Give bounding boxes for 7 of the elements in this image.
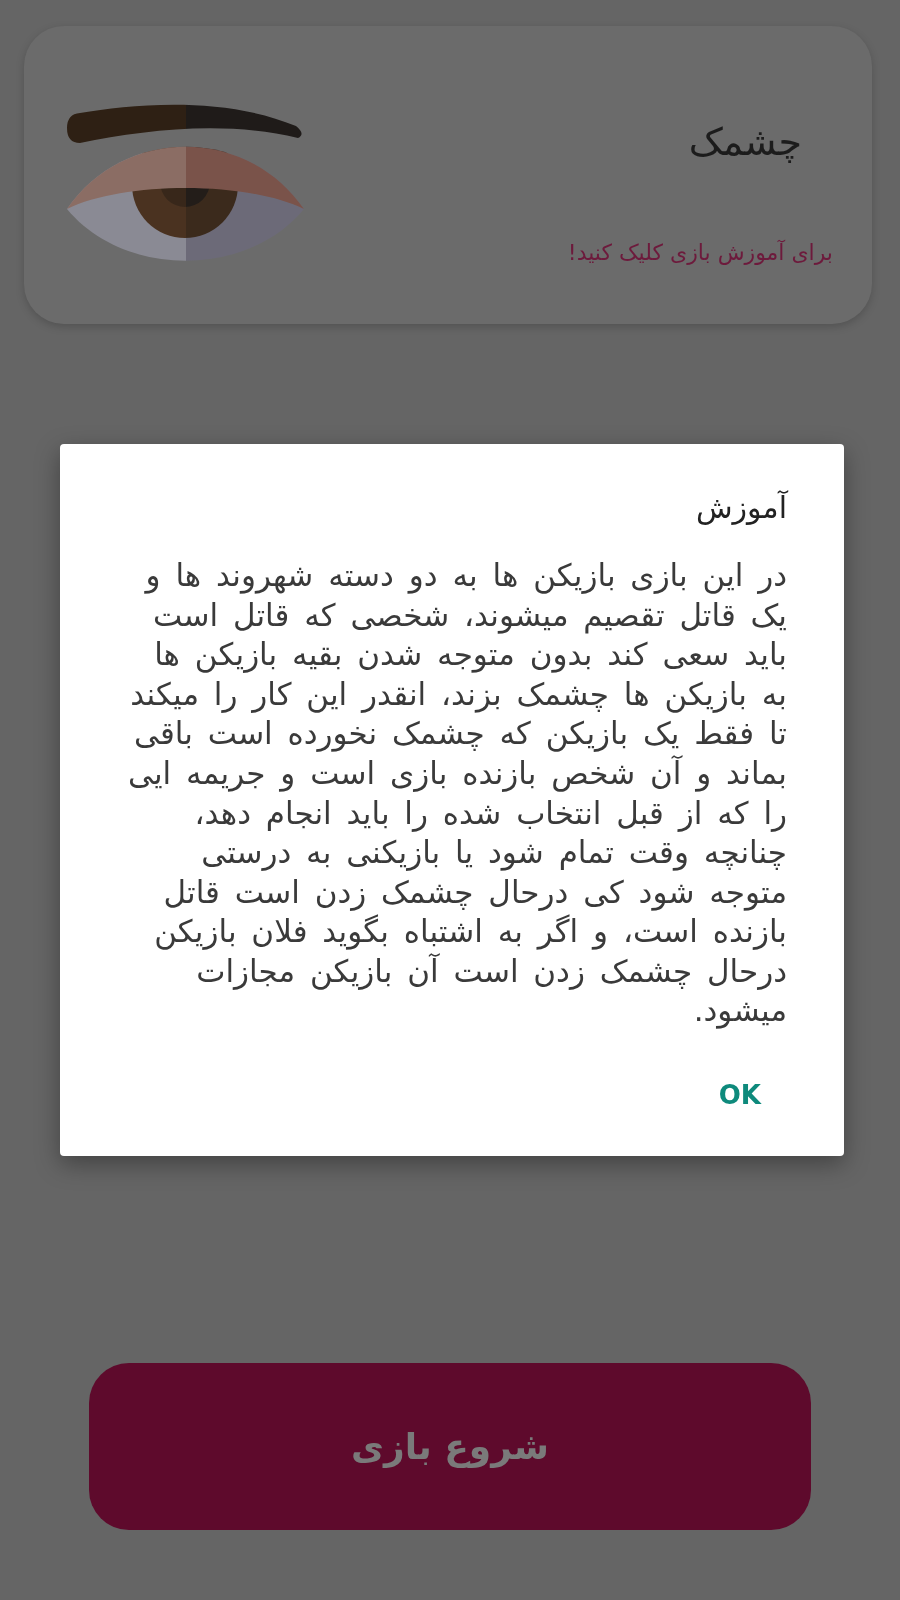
- game-card[interactable]: چشمک برای آموزش بازی کلیک کنید!: [24, 26, 872, 324]
- ok-button[interactable]: OK: [692, 1070, 787, 1121]
- dialog-title: آموزش: [695, 488, 787, 527]
- tutorial-hint: برای آموزش بازی کلیک کنید!: [567, 239, 833, 267]
- dialog-body-text: در این بازی بازیکن ها به دو دسته شهروند ها و یک قاتل تقصیم میشوند، شخصی که قاتل است باید سعی کند بدون متوجه شدن بقیه بازیکن ها به بازیکن ها چشمک بزند، انقدر این کار را میکند تا فقط یک بازیکن که چشمک نخورده است باقی بماند و آن شخص بازنده بازی است و جریمه ایی را که از قبل انتخاب شده را باید انجام دهد، چنانچه وقت تمام شود یا بازیکنی به درستی متوجه شود کی درحال چشمک زدن است قاتل بازنده است، و اگر به اشتباه بگوید فلان بازیکن درحال چشمک زدن است آن بازیکن مجازات میشود.: [127, 555, 787, 1031]
- game-title: چشمک: [688, 119, 802, 166]
- start-game-button[interactable]: شروع بازی: [89, 1363, 811, 1530]
